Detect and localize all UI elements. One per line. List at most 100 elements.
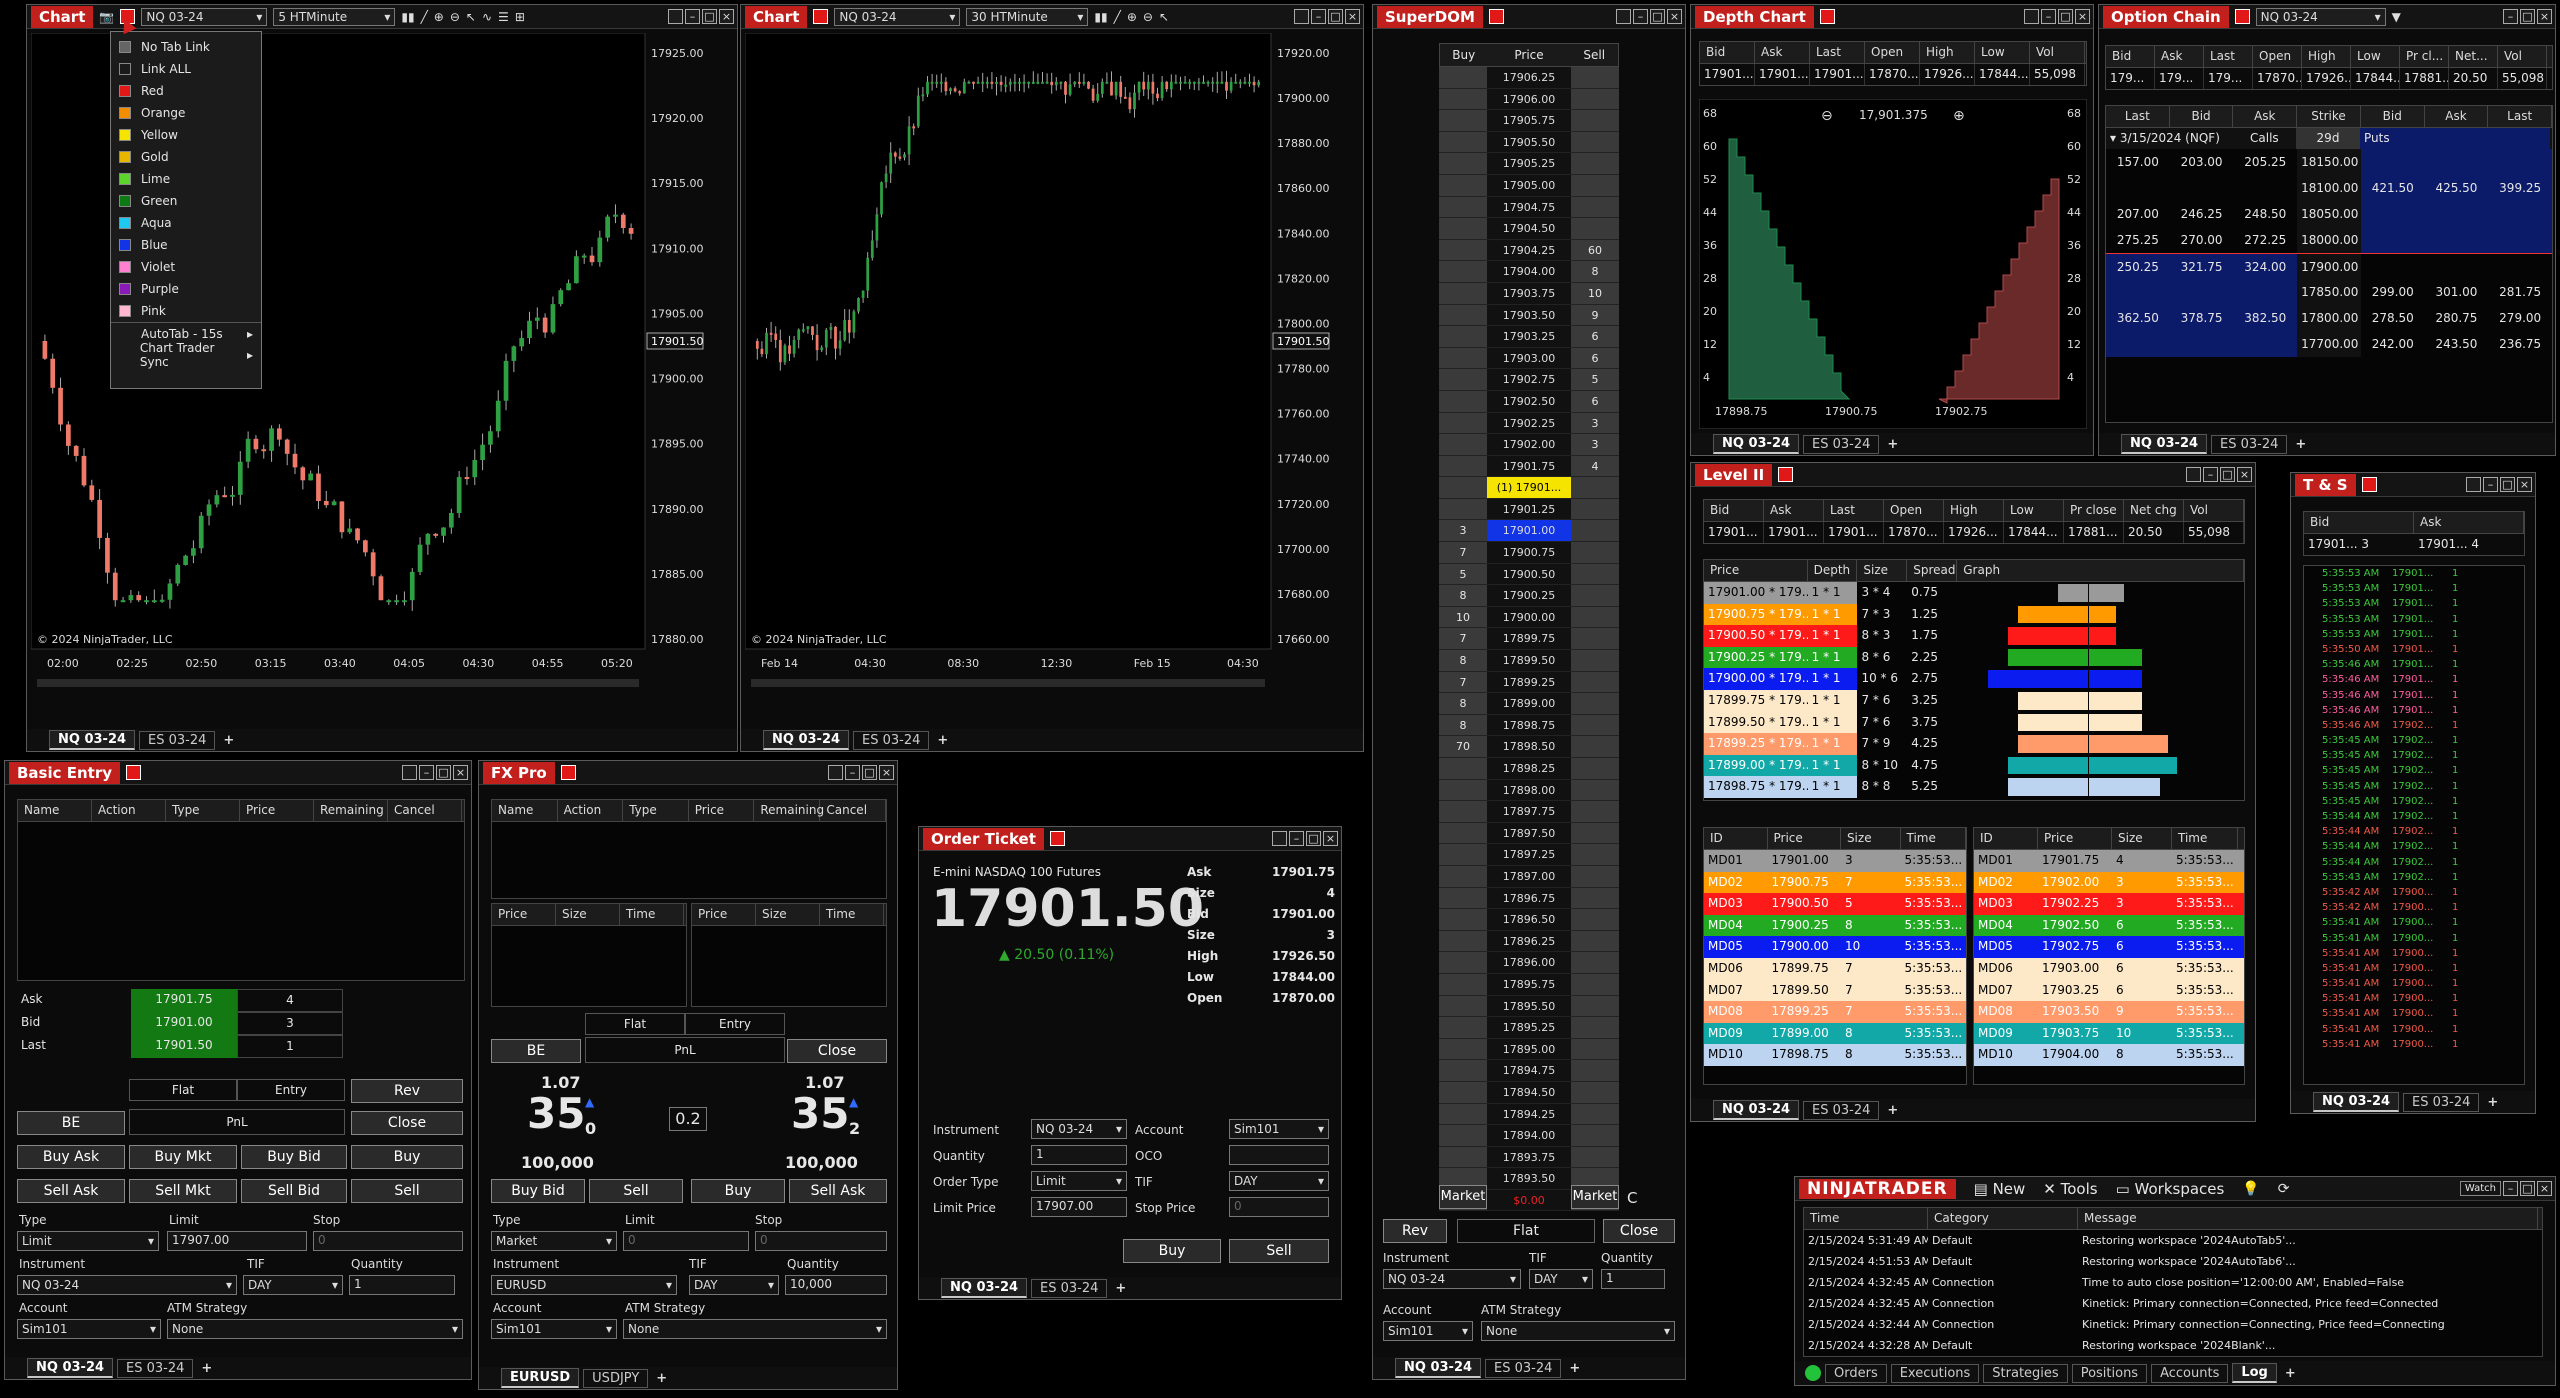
layout-icon[interactable] xyxy=(2186,467,2201,482)
dom-row[interactable]: 17903.75 10 xyxy=(1439,282,1619,305)
tk-limitprice-input[interactable]: 17907.00 xyxy=(1031,1197,1127,1217)
dom-sell-cell[interactable] xyxy=(1571,779,1619,801)
tab-nq[interactable]: NQ 03-24 xyxy=(941,1278,1028,1298)
dom-buy-cell[interactable] xyxy=(1439,930,1487,952)
dom-row[interactable]: 17896.75 xyxy=(1439,887,1619,910)
dom-sell-cell[interactable] xyxy=(1571,110,1619,131)
link-menu-item[interactable]: Violet xyxy=(111,256,261,278)
link-color-button[interactable] xyxy=(813,9,829,24)
tab-nq[interactable]: NQ 03-24 xyxy=(1713,434,1800,454)
dom-row[interactable]: 17895.75 xyxy=(1439,973,1619,996)
dom-row[interactable]: 17898.00 xyxy=(1439,779,1619,802)
link-menu-item[interactable]: Gold xyxy=(111,146,261,168)
tab-usdjpy[interactable]: USDJPY xyxy=(583,1368,649,1388)
add-tab-button[interactable]: + xyxy=(1883,437,1902,452)
layout-icon[interactable] xyxy=(828,765,843,780)
dom-sell-cell[interactable]: 9 xyxy=(1571,304,1619,326)
link-color-button[interactable] xyxy=(1819,9,1835,24)
dom-buy-cell[interactable] xyxy=(1439,434,1487,455)
be-button[interactable]: BE xyxy=(17,1111,125,1135)
tk-qty-input[interactable]: 1 xyxy=(1031,1145,1127,1165)
layout-icon[interactable] xyxy=(1272,831,1287,846)
chart2-instrument-select[interactable]: NQ 03-24 ▾ xyxy=(834,7,961,26)
cc-tab[interactable]: Strategies xyxy=(1983,1363,2068,1383)
dom-buy-cell[interactable] xyxy=(1439,477,1487,498)
chain-row[interactable]: 17700.00 242.00 243.50 236.75 xyxy=(2106,331,2553,357)
properties-icon[interactable]: ☰ xyxy=(498,10,509,24)
link-menu-item[interactable]: Link ALL xyxy=(111,58,261,80)
dom-buy-cell[interactable] xyxy=(1439,218,1487,239)
fx-type-select[interactable]: Market ▾ xyxy=(491,1231,617,1251)
buy-bid-button[interactable]: Buy Bid xyxy=(241,1145,347,1169)
dom-row[interactable]: 17895.50 xyxy=(1439,995,1619,1018)
dom-buy-cell[interactable] xyxy=(1439,282,1487,304)
dom-sell-cell[interactable] xyxy=(1571,585,1619,606)
link-menu-item[interactable]: Chart Trader Sync ▸ xyxy=(111,341,261,369)
tk-buy-button[interactable]: Buy xyxy=(1123,1239,1221,1263)
layout-icon[interactable] xyxy=(2466,477,2481,492)
chart2-plot[interactable]: 17920.00 17900.00 17880.00 17860.00 17840.00… xyxy=(745,33,1361,719)
dom-sell-cell[interactable] xyxy=(1571,153,1619,174)
dom-row[interactable]: 17893.75 xyxy=(1439,1146,1619,1169)
dom-buy-cell[interactable] xyxy=(1439,390,1487,412)
dom-row[interactable]: 17905.50 xyxy=(1439,131,1619,154)
filter-icon[interactable]: ▼ xyxy=(2392,10,2401,24)
tab-nq[interactable]: NQ 03-24 xyxy=(27,1358,114,1378)
maximize-button[interactable]: □ xyxy=(436,765,451,780)
fx-atm-select[interactable]: None ▾ xyxy=(623,1319,887,1339)
tab-es[interactable]: ES 03-24 xyxy=(117,1358,194,1378)
dom-row[interactable]: 17894.00 xyxy=(1439,1125,1619,1147)
chain-row[interactable]: 207.00 246.25 248.50 18050.00 xyxy=(2106,201,2553,227)
dom-buy-cell[interactable] xyxy=(1439,304,1487,326)
cc-tab[interactable]: Executions xyxy=(1890,1363,1980,1383)
dom-sell-cell[interactable] xyxy=(1571,1017,1619,1038)
indicator-icon[interactable]: ∿ xyxy=(482,10,492,24)
tab-nq[interactable]: NQ 03-24 xyxy=(49,730,136,750)
dom-buy-cell[interactable] xyxy=(1439,239,1487,261)
maximize-button[interactable]: □ xyxy=(2520,1181,2535,1196)
buy-ask-button[interactable]: Buy Ask xyxy=(17,1145,125,1169)
dom-row[interactable]: 5 17900.50 xyxy=(1439,563,1619,586)
dom-sell-cell[interactable] xyxy=(1571,714,1619,736)
dom-row[interactable]: 17904.50 xyxy=(1439,218,1619,240)
tab-nq[interactable]: NQ 03-24 xyxy=(763,730,850,750)
dom-sell-cell[interactable] xyxy=(1571,131,1619,153)
tab-nq[interactable]: NQ 03-24 xyxy=(1395,1358,1482,1378)
close-button[interactable]: × xyxy=(1345,9,1360,24)
cc-tab[interactable]: Accounts xyxy=(2151,1363,2229,1383)
link-menu-item[interactable]: Lime xyxy=(111,168,261,190)
dom-buy-cell[interactable]: 7 xyxy=(1439,628,1487,650)
dom-buy-cell[interactable] xyxy=(1439,844,1487,865)
dom-buy-cell[interactable] xyxy=(1439,952,1487,973)
dom-row[interactable]: 17897.25 xyxy=(1439,844,1619,866)
link-menu-item[interactable]: Red xyxy=(111,80,261,102)
dom-row[interactable]: 17897.00 xyxy=(1439,865,1619,888)
dom-qty-input[interactable]: 1 xyxy=(1601,1269,1665,1289)
fx-right-pips[interactable]: 35 xyxy=(791,1089,849,1138)
add-tab-button[interactable]: + xyxy=(197,1361,216,1376)
zoom-out-icon[interactable]: ⊖ xyxy=(450,10,460,24)
add-tab-button[interactable]: + xyxy=(1883,1103,1902,1118)
dom-tif-select[interactable]: DAY ▾ xyxy=(1529,1269,1593,1289)
dom-row[interactable]: 17905.25 xyxy=(1439,153,1619,175)
dom-row[interactable]: 17906.25 xyxy=(1439,67,1619,89)
link-color-button[interactable] xyxy=(1049,831,1065,846)
dom-buy-cell[interactable] xyxy=(1439,973,1487,995)
minimize-button[interactable]: – xyxy=(419,765,434,780)
dom-sell-cell[interactable]: 5 xyxy=(1571,369,1619,390)
fx-left-pips[interactable]: 35 xyxy=(527,1089,585,1138)
tab-nq[interactable]: NQ 03-24 xyxy=(2121,434,2208,454)
dom-row[interactable]: 17902.75 5 xyxy=(1439,369,1619,391)
dom-row[interactable]: 8 17900.25 xyxy=(1439,585,1619,607)
dom-market-buy-button[interactable]: Market xyxy=(1439,1185,1487,1209)
add-tab-button[interactable]: + xyxy=(2483,1095,2502,1110)
minimize-button[interactable]: – xyxy=(1311,9,1326,24)
dom-buy-cell[interactable] xyxy=(1439,1038,1487,1060)
minimize-button[interactable]: – xyxy=(1633,9,1648,24)
maximize-button[interactable]: □ xyxy=(2500,477,2515,492)
minimize-button[interactable]: – xyxy=(2503,9,2518,24)
dom-buy-cell[interactable] xyxy=(1439,261,1487,282)
watch-button[interactable]: Watch xyxy=(2459,1181,2501,1196)
buy-mkt-button[interactable]: Buy Mkt xyxy=(129,1145,237,1169)
dom-buy-cell[interactable] xyxy=(1439,758,1487,779)
